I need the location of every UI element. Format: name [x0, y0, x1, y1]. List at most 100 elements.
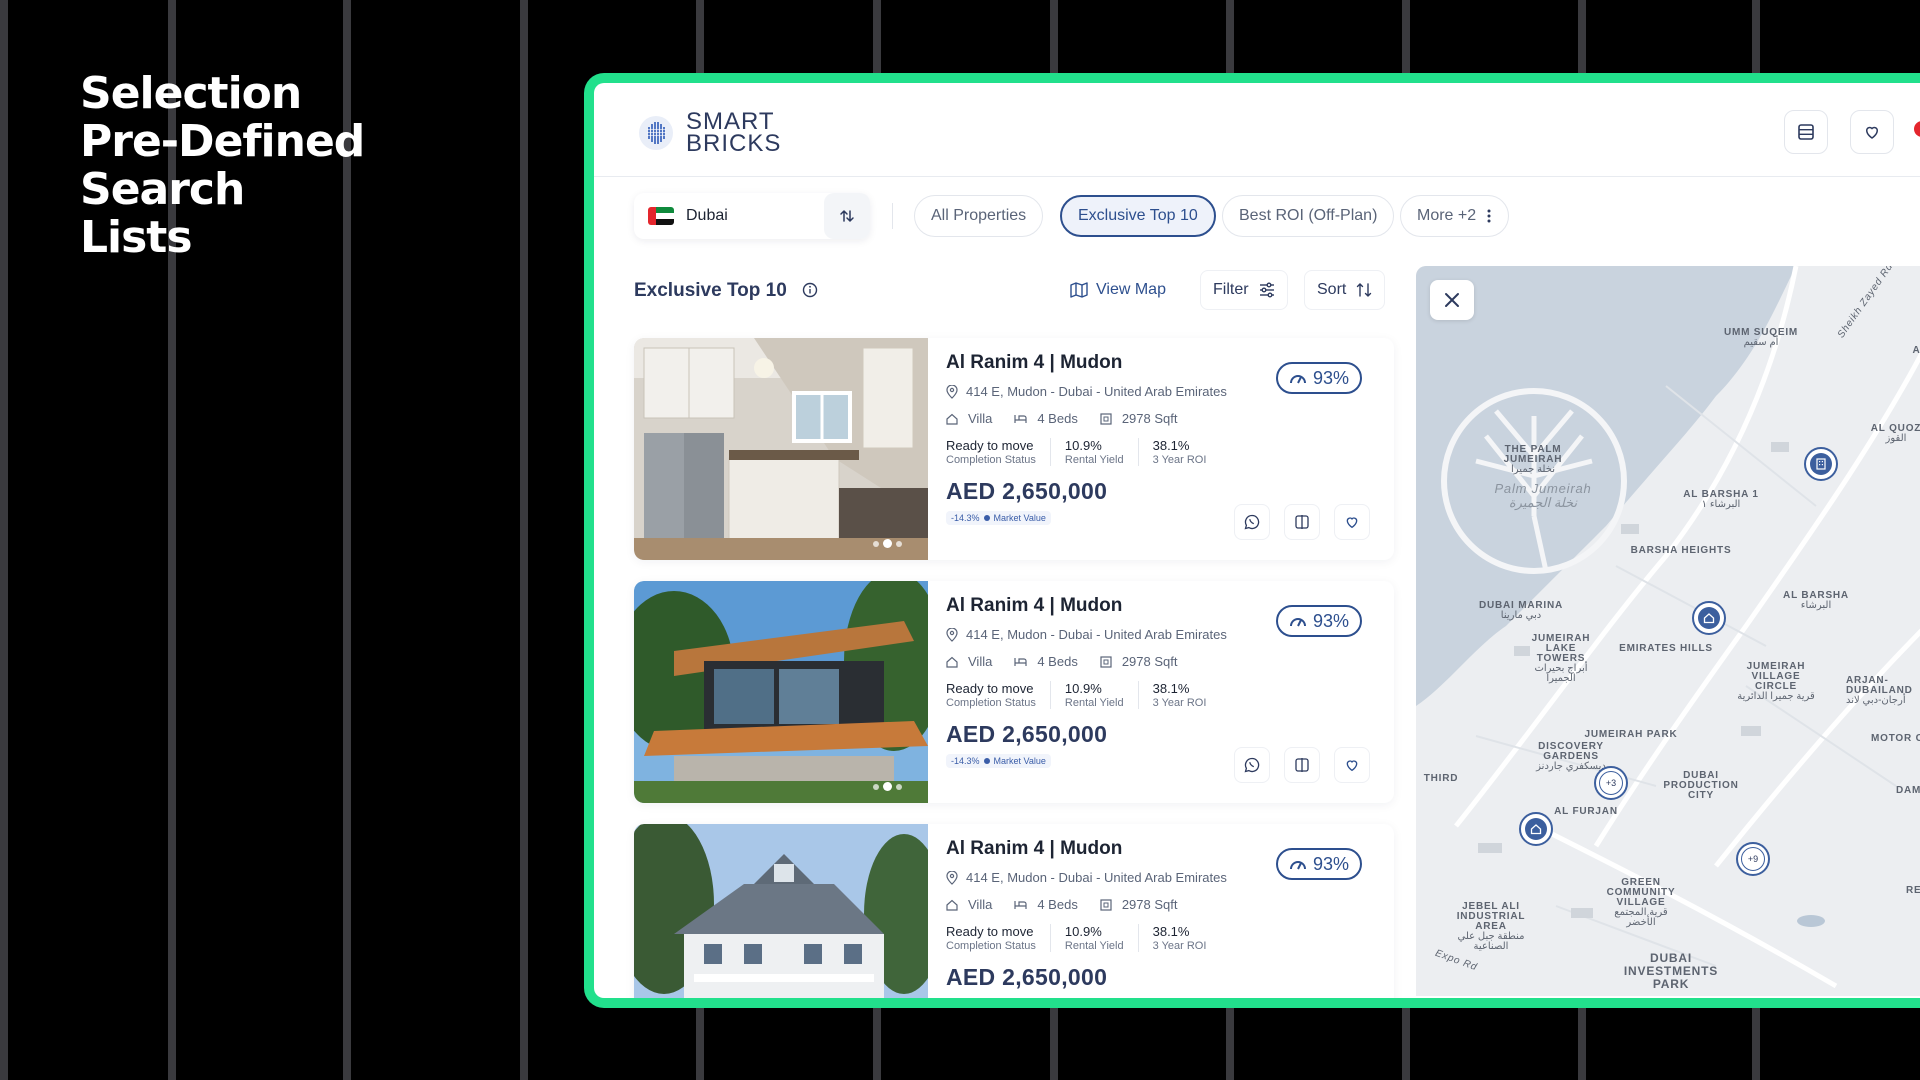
chip-more[interactable]: More +2	[1400, 195, 1510, 237]
stat-status-value: Ready to move	[946, 681, 1034, 696]
stat-status-value: Ready to move	[946, 438, 1034, 453]
map-label-green-community: GREEN COMMUNITY VILLAGE قرية المجتمع الأخ…	[1601, 878, 1681, 928]
property-beds: 4 Beds	[1037, 654, 1078, 669]
sort-button[interactable]: Sort	[1304, 270, 1386, 310]
map-label-text: GREEN COMMUNITY VILLAGE	[1606, 877, 1676, 908]
swap-arrows-icon	[840, 210, 854, 222]
view-map-button[interactable]: View Map	[1058, 270, 1178, 310]
map-label-dubai-production: DUBAI PRODUCTION CITY	[1663, 770, 1739, 801]
filter-button[interactable]: Filter	[1200, 270, 1288, 310]
stat-roi-label: 3 Year ROI	[1152, 940, 1207, 952]
gauge-icon	[1289, 618, 1306, 627]
favorite-button[interactable]	[1334, 504, 1370, 540]
map-label-al-q: AL Q	[1912, 345, 1920, 356]
info-icon[interactable]	[802, 282, 818, 298]
favorites-button[interactable]	[1850, 110, 1894, 154]
map-label-al-furjan: AL FURJAN	[1554, 806, 1618, 817]
gauge-icon	[1289, 375, 1306, 384]
uae-flag-icon	[648, 207, 674, 225]
map-pin-home[interactable]	[1519, 812, 1553, 846]
map-label-motor-city: MOTOR CITY	[1871, 733, 1920, 744]
grid-line	[520, 0, 528, 1080]
location-pin-icon	[946, 627, 958, 642]
grid-line	[0, 0, 8, 1080]
market-value-icon	[983, 515, 990, 521]
property-area: 2978 Sqft	[1121, 411, 1178, 426]
area-icon	[1100, 898, 1112, 911]
map-panel[interactable]: UMM SUQEIMأم سقيم AL QUOZالقوز AL Q THE …	[1416, 266, 1920, 996]
location-pin-icon	[946, 870, 958, 885]
colonial-house-photo	[634, 824, 928, 998]
notification-dot	[1914, 121, 1920, 137]
map-label-palm: THE PALM JUMEIRAH نخلة جميرا	[1498, 445, 1568, 475]
map-label-barsha-heights: BARSHA HEIGHTS	[1630, 545, 1732, 556]
map-label-ar: قرية جميرا الدائرية	[1737, 691, 1815, 702]
image-carousel-dots[interactable]	[873, 539, 902, 548]
map-pin-building[interactable]	[1804, 447, 1838, 481]
market-label: Market Value	[993, 513, 1046, 523]
stat-yield-label: Rental Yield	[1064, 697, 1124, 709]
market-label: Market Value	[993, 756, 1046, 766]
chip-exclusive-top-10[interactable]: Exclusive Top 10	[1060, 195, 1216, 237]
heart-icon	[1346, 760, 1358, 772]
list-view-button[interactable]	[1784, 110, 1828, 154]
property-image-colonial-house[interactable]	[634, 824, 928, 998]
swap-button[interactable]	[824, 193, 870, 239]
favorite-button[interactable]	[1334, 747, 1370, 783]
filter-label: Filter	[1213, 281, 1249, 298]
logo[interactable]: SMART BRICKS	[638, 110, 782, 157]
address-text: 414 E, Mudon - Dubai - United Arab Emira…	[966, 870, 1227, 885]
headline-line-2: Pre-Defined Search	[80, 116, 365, 215]
home-icon	[1530, 824, 1542, 835]
sort-label: Sort	[1317, 281, 1347, 298]
property-details: Al Ranim 4 | Mudon 414 E, Mudon - Dubai …	[946, 838, 1380, 998]
map-pin-home[interactable]	[1692, 601, 1726, 635]
city-selector[interactable]: Dubai	[634, 193, 870, 239]
whatsapp-icon	[1244, 514, 1260, 530]
map-close-button[interactable]	[1430, 280, 1474, 320]
map-label-dip: DUBAI INVESTMENTS PARK	[1623, 951, 1719, 991]
property-card[interactable]: Al Ranim 4 | Mudon 414 E, Mudon - Dubai …	[634, 581, 1394, 803]
map-label-text: JEBEL ALI INDUSTRIAL AREA	[1456, 901, 1526, 932]
property-image-kitchen[interactable]	[634, 338, 928, 560]
bed-icon	[1014, 657, 1027, 666]
chip-all-properties[interactable]: All Properties	[914, 195, 1044, 237]
property-image-modern-house[interactable]	[634, 581, 928, 803]
logo-line-2: BRICKS	[686, 130, 782, 157]
logo-mark-icon	[639, 116, 673, 150]
stat-yield-value: 10.9%	[1064, 924, 1102, 939]
map-cluster[interactable]: +3	[1594, 766, 1628, 800]
chip-label: All Properties	[931, 207, 1027, 224]
property-card[interactable]: Al Ranim 4 | Mudon 414 E, Mudon - Dubai …	[634, 824, 1394, 998]
whatsapp-icon	[1244, 757, 1260, 773]
map-label-ar: أم سقيم	[1743, 337, 1779, 348]
building-icon	[1816, 458, 1826, 470]
address-text: 414 E, Mudon - Dubai - United Arab Emira…	[966, 627, 1227, 642]
stat-yield-label: Rental Yield	[1064, 940, 1124, 952]
heart-icon	[1346, 517, 1358, 529]
map-label-jlt: JUMEIRAH LAKE TOWERS أبراج بحيرات الجميرا	[1521, 634, 1601, 684]
image-carousel-dots[interactable]	[873, 782, 902, 791]
map-label-ar: نخلة الجميرة	[1508, 495, 1578, 510]
whatsapp-button[interactable]	[1234, 504, 1270, 540]
whatsapp-button[interactable]	[1234, 747, 1270, 783]
home-icon	[946, 413, 958, 425]
chip-label: More +2	[1417, 207, 1477, 224]
view-map-label: View Map	[1096, 281, 1166, 298]
compare-button[interactable]	[1284, 504, 1320, 540]
list-icon	[1798, 124, 1814, 140]
compare-icon	[1295, 515, 1309, 529]
property-features: Villa 4 Beds 2978 Sqft	[946, 654, 1380, 669]
map-label-ar: نخلة جميرا	[1511, 464, 1555, 475]
property-details: Al Ranim 4 | Mudon 414 E, Mudon - Dubai …	[946, 595, 1380, 803]
market-value-badge: -14.3% Market Value	[946, 754, 1051, 768]
map-cluster[interactable]: +9	[1736, 842, 1770, 876]
chip-best-roi[interactable]: Best ROI (Off-Plan)	[1222, 195, 1395, 237]
gauge-icon	[1289, 861, 1306, 870]
list-header: Exclusive Top 10 View Map Filter Sort	[634, 270, 1394, 310]
property-type: Villa	[968, 897, 993, 912]
map-label-jumeirah-park: JUMEIRAH PARK	[1584, 729, 1678, 740]
compare-button[interactable]	[1284, 747, 1320, 783]
stat-yield-label: Rental Yield	[1064, 454, 1124, 466]
property-card[interactable]: Al Ranim 4 | Mudon 414 E, Mudon - Dubai …	[634, 338, 1394, 560]
